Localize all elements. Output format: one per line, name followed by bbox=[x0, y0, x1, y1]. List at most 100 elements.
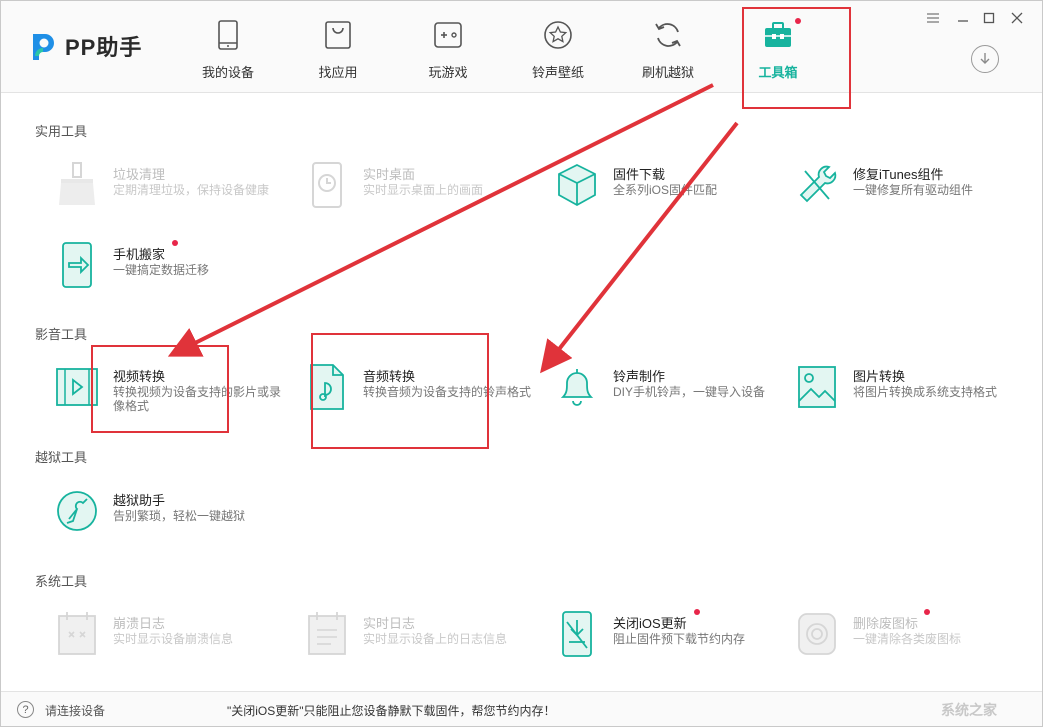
watermark: 系统之家 bbox=[941, 702, 997, 718]
log-icon bbox=[305, 610, 349, 658]
minimize-button[interactable] bbox=[953, 9, 973, 27]
section-title-media: 影音工具 bbox=[35, 327, 88, 342]
refresh-icon bbox=[650, 17, 686, 53]
top-bar: PP助手 我的设备 找应用 玩游戏 铃声壁纸 刷机越狱 工具箱 bbox=[1, 1, 1042, 93]
tool-name: 音频转换 bbox=[363, 369, 416, 384]
tool-name: 越狱助手 bbox=[113, 493, 166, 508]
tool-name: 固件下载 bbox=[613, 167, 666, 182]
tool-junk-clean[interactable]: 垃圾清理 定期清理垃圾，保持设备健康 bbox=[55, 161, 295, 217]
app-logo: PP助手 bbox=[29, 29, 142, 63]
tool-live-desktop[interactable]: 实时桌面 实时显示桌面上的画面 bbox=[305, 161, 545, 217]
tool-name: 删除废图标 bbox=[853, 616, 919, 631]
tool-name: 实时日志 bbox=[363, 616, 416, 631]
gamepad-icon bbox=[430, 17, 466, 53]
tool-image-convert[interactable]: 图片转换 将图片转换成系统支持格式 bbox=[795, 363, 1035, 419]
tool-description: DIY手机铃声，一键导入设备 bbox=[613, 385, 766, 399]
app-window: PP助手 我的设备 找应用 玩游戏 铃声壁纸 刷机越狱 工具箱 实用工具 垃圾清… bbox=[0, 0, 1043, 727]
jailbreak-icon bbox=[55, 487, 99, 535]
toolbox-icon bbox=[760, 17, 796, 53]
footer-tip: "关闭iOS更新"只能阻止您设备静默下载固件，帮您节约内存！ bbox=[227, 704, 556, 718]
tool-description: 告别繁琐，轻松一键越狱 bbox=[113, 509, 246, 523]
video-icon bbox=[55, 363, 99, 411]
arrow-to-audio-convert bbox=[540, 121, 739, 374]
phone-transfer-icon bbox=[55, 241, 99, 289]
nav-label: 找应用 bbox=[318, 65, 358, 80]
crash-log-icon bbox=[55, 610, 99, 658]
maximize-button[interactable] bbox=[979, 9, 999, 27]
tool-description: 全系列iOS固件匹配 bbox=[613, 183, 718, 197]
broom-icon bbox=[55, 161, 99, 209]
nav-toolbox[interactable]: 工具箱 bbox=[723, 17, 833, 83]
nav-label: 我的设备 bbox=[201, 65, 254, 80]
tool-ringtone-maker[interactable]: 铃声制作 DIY手机铃声，一键导入设备 bbox=[555, 363, 795, 419]
section-title-system: 系统工具 bbox=[35, 574, 88, 589]
phone-clock-icon bbox=[305, 161, 349, 209]
connection-status: 请连接设备 bbox=[45, 704, 106, 718]
tool-name: 铃声制作 bbox=[613, 369, 666, 384]
nav-label: 铃声壁纸 bbox=[531, 65, 584, 80]
arrow-to-video-convert bbox=[167, 83, 714, 357]
bag-icon bbox=[320, 17, 356, 53]
tool-name: 垃圾清理 bbox=[113, 167, 166, 182]
nav-games[interactable]: 玩游戏 bbox=[393, 17, 503, 83]
tool-description: 转换音频为设备支持的铃声格式 bbox=[363, 385, 532, 399]
menu-button[interactable] bbox=[923, 9, 943, 27]
download-icon bbox=[980, 53, 990, 64]
tool-description: 一键搞定数据迁移 bbox=[113, 263, 210, 277]
phone-icon bbox=[210, 17, 246, 53]
tool-description: 实时显示桌面上的画面 bbox=[363, 183, 484, 197]
download-manager-button[interactable] bbox=[971, 45, 999, 73]
cube-icon bbox=[555, 161, 599, 209]
tool-name: 图片转换 bbox=[853, 369, 906, 384]
tool-description: 转换视频为设备支持的影片或录像格式 bbox=[113, 385, 282, 413]
new-badge bbox=[172, 240, 178, 246]
status-bar: ? 请连接设备 "关闭iOS更新"只能阻止您设备静默下载固件，帮您节约内存！ 系… bbox=[1, 691, 1042, 726]
tool-description: 实时显示设备上的日志信息 bbox=[363, 632, 508, 646]
delete-icon-icon bbox=[795, 610, 839, 658]
picture-icon bbox=[795, 363, 839, 411]
block-update-icon bbox=[555, 610, 599, 658]
tool-video-convert[interactable]: 视频转换 转换视频为设备支持的影片或录像格式 bbox=[55, 363, 295, 419]
tool-jailbreak-assistant[interactable]: 越狱助手 告别繁琐，轻松一键越狱 bbox=[55, 487, 295, 543]
tool-description: 阻止固件预下载节约内存 bbox=[613, 632, 746, 646]
nav-my-device[interactable]: 我的设备 bbox=[173, 17, 283, 83]
tool-name: 手机搬家 bbox=[113, 247, 166, 262]
new-badge bbox=[694, 609, 700, 615]
tool-description: 将图片转换成系统支持格式 bbox=[853, 385, 998, 399]
section-title-jailbreak: 越狱工具 bbox=[35, 450, 88, 465]
tool-repair-itunes[interactable]: 修复iTunes组件 一键修复所有驱动组件 bbox=[795, 161, 1035, 217]
tool-name: 关闭iOS更新 bbox=[613, 616, 687, 631]
tool-description: 一键修复所有驱动组件 bbox=[853, 183, 974, 197]
star-icon bbox=[540, 17, 576, 53]
nav-label: 刷机越狱 bbox=[641, 65, 694, 80]
tool-name: 修复iTunes组件 bbox=[853, 167, 944, 182]
tool-name: 崩溃日志 bbox=[113, 616, 166, 631]
tool-description: 一键清除各类废图标 bbox=[853, 632, 962, 646]
nav-ringtones-wallpapers[interactable]: 铃声壁纸 bbox=[503, 17, 613, 83]
tool-description: 定期清理垃圾，保持设备健康 bbox=[113, 183, 270, 197]
tool-firmware-download[interactable]: 固件下载 全系列iOS固件匹配 bbox=[555, 161, 795, 217]
audio-file-icon bbox=[305, 363, 349, 411]
tool-audio-convert[interactable]: 音频转换 转换音频为设备支持的铃声格式 bbox=[305, 363, 545, 419]
new-badge bbox=[924, 609, 930, 615]
nav-label: 工具箱 bbox=[758, 65, 798, 80]
tool-name: 视频转换 bbox=[113, 369, 166, 384]
pp-logo-icon bbox=[29, 30, 59, 62]
tool-crash-log[interactable]: 崩溃日志 实时显示设备崩溃信息 bbox=[55, 610, 295, 666]
tool-phone-transfer[interactable]: 手机搬家 一键搞定数据迁移 bbox=[55, 240, 295, 297]
app-name: PP助手 bbox=[65, 35, 143, 60]
nav-label: 玩游戏 bbox=[428, 65, 468, 80]
nav-find-apps[interactable]: 找应用 bbox=[283, 17, 393, 83]
nav-flash-jailbreak[interactable]: 刷机越狱 bbox=[613, 17, 723, 83]
tool-name: 实时桌面 bbox=[363, 167, 416, 182]
wrench-icon bbox=[795, 161, 839, 209]
tool-description: 实时显示设备崩溃信息 bbox=[113, 632, 234, 646]
section-title-practical: 实用工具 bbox=[35, 124, 88, 139]
tool-delete-junk-icons[interactable]: 删除废图标 一键清除各类废图标 bbox=[795, 609, 1035, 666]
tool-disable-ios-update[interactable]: 关闭iOS更新 阻止固件预下载节约内存 bbox=[555, 609, 795, 666]
help-icon[interactable]: ? bbox=[17, 701, 34, 718]
notification-badge bbox=[795, 18, 801, 24]
tool-live-log[interactable]: 实时日志 实时显示设备上的日志信息 bbox=[305, 610, 545, 666]
bell-icon bbox=[555, 363, 599, 411]
close-button[interactable] bbox=[1007, 9, 1027, 27]
